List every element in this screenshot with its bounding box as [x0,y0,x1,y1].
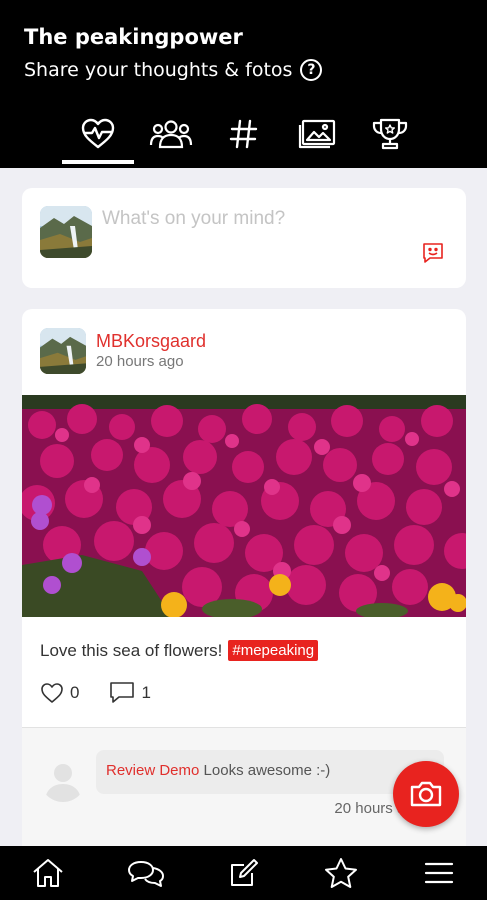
like-count: 0 [70,683,80,702]
tab-bar [0,108,487,168]
heartbeat-icon [81,118,115,149]
comment-count: 1 [141,683,151,702]
camera-button[interactable] [393,761,459,827]
gallery-icon [298,119,336,149]
camera-icon [410,781,442,807]
comment-button[interactable]: 1 [109,681,151,705]
help-icon[interactable]: ? [300,59,323,81]
hashtag-badge[interactable]: #mepeaking [228,640,319,661]
tab-feed[interactable] [62,108,134,160]
heart-icon [41,683,63,703]
tab-hashtags[interactable] [208,108,280,160]
edit-icon [231,859,258,886]
bottom-nav [0,846,487,900]
chat-icon [128,861,164,887]
nav-chat[interactable] [116,846,176,900]
app-title: The peakingpower [24,25,243,49]
nav-home[interactable] [18,846,78,900]
active-tab-indicator [62,160,134,164]
nav-compose[interactable] [214,846,274,900]
app-subtitle: Share your thoughts & fotos ? [24,59,323,81]
hashtag-icon [229,119,258,149]
comment-author[interactable]: Review Demo [106,762,199,779]
group-icon [149,120,193,149]
star-icon [325,858,357,888]
app-header: The peakingpower Share your thoughts & f… [0,0,487,168]
caption-text: Love this sea of flowers! [40,640,223,660]
subtitle-text: Share your thoughts & fotos [24,59,293,81]
user-avatar [40,206,92,258]
like-button[interactable]: 0 [40,682,79,704]
nav-menu[interactable] [409,846,469,900]
smiley-icon [423,243,443,263]
comment-text: Looks awesome :-) [203,762,331,779]
post-caption: Love this sea of flowers! #mepeaking [40,640,319,661]
comment-bubble: Review Demo Looks awesome :-) [96,750,444,794]
commenter-avatar [40,756,86,802]
trophy-icon [372,118,408,150]
post-timestamp: 20 hours ago [96,353,184,370]
post-composer[interactable]: What's on your mind? [22,188,466,288]
tab-groups[interactable] [135,108,207,160]
home-icon [33,859,63,887]
nav-favorites[interactable] [311,846,371,900]
author-avatar[interactable] [40,328,86,374]
emoji-button[interactable] [422,242,444,269]
comment-icon [110,682,135,703]
tab-trophies[interactable] [354,108,426,160]
tab-gallery[interactable] [281,108,353,160]
post-photo[interactable] [22,395,466,617]
post-author[interactable]: MBKorsgaard [96,331,206,352]
status-input[interactable]: What's on your mind? [102,208,285,230]
post-actions: 0 1 [40,681,181,705]
menu-icon [424,862,454,884]
